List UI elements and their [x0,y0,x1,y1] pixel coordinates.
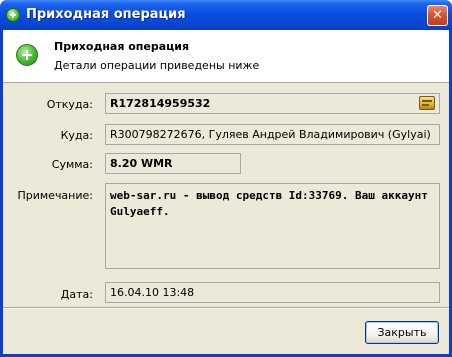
dialog-client: Приходная операция Детали операции приве… [3,30,449,354]
plus-circle-icon [6,8,20,22]
dialog-window: Приходная операция ✕ Приходная операция … [0,0,452,357]
to-field[interactable]: R300798272676, Гуляев Андрей Владимирови… [105,124,440,145]
header-title: Приходная операция [54,40,190,53]
title-bar[interactable]: Приходная операция ✕ [0,0,452,30]
close-icon: ✕ [432,8,443,23]
to-label: Куда: [60,129,93,142]
from-field[interactable]: R172814959532 [105,93,440,114]
plus-circle-icon [16,44,38,66]
dialog-header: Приходная операция Детали операции приве… [3,30,449,83]
header-subtitle: Детали операции приведены ниже [54,59,260,72]
close-button[interactable]: Закрыть [365,321,439,344]
wallet-icon[interactable] [419,96,435,110]
note-label: Примечание: [17,189,93,202]
note-field[interactable]: web-sar.ru - вывод средств Id:33769. Ваш… [105,183,440,269]
amount-label: Сумма: [51,158,93,171]
date-field[interactable]: 16.04.10 13:48 [105,282,440,303]
window-title: Приходная операция [26,7,186,22]
from-label: Откуда: [46,98,93,111]
date-label: Дата: [60,288,93,301]
amount-field[interactable]: 8.20 WMR [105,153,241,174]
window-close-button[interactable]: ✕ [427,5,448,26]
footer-divider [3,307,449,309]
